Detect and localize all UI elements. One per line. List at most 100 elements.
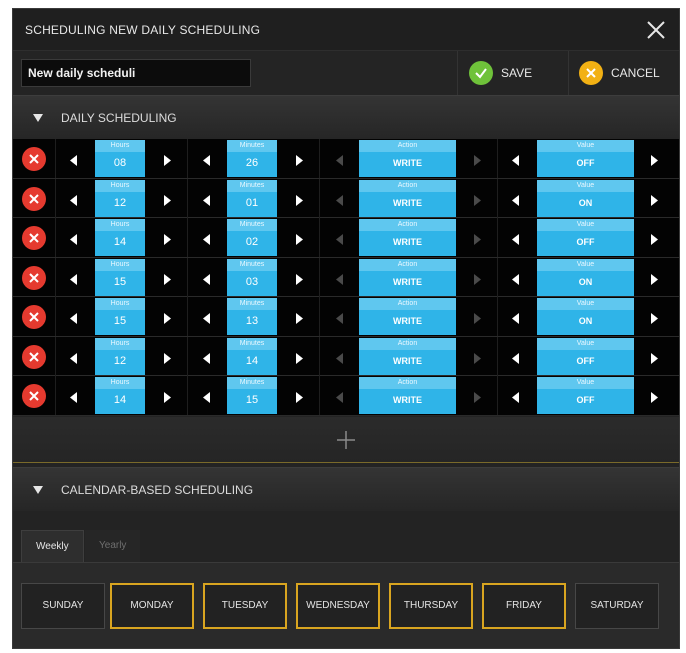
value-value[interactable]: Value ON [537,298,634,335]
action-value[interactable]: Action WRITE [359,219,456,256]
minutes-increment-arrow-icon[interactable] [295,153,303,166]
action-value[interactable]: Action WRITE [359,337,456,375]
hours-increment-arrow-icon[interactable] [163,153,171,166]
hours-value[interactable]: Hours 08 [95,140,145,177]
hours-decrement-arrow-icon[interactable] [70,193,78,206]
action-value[interactable]: Action WRITE [359,179,456,217]
day-button-monday[interactable]: MONDAY [110,583,194,629]
day-button-saturday[interactable]: SATURDAY [575,583,659,629]
minutes-decrement-arrow-icon[interactable] [203,153,211,166]
value-value[interactable]: Value ON [537,258,634,296]
value-decrement-arrow-icon[interactable] [512,390,520,403]
value-increment-arrow-icon[interactable] [650,311,658,324]
day-button-wednesday[interactable]: WEDNESDAY [296,583,380,629]
minutes-value[interactable]: Minutes 14 [227,337,277,375]
minutes-decrement-arrow-icon[interactable] [203,390,211,403]
hours-value[interactable]: Hours 15 [95,258,145,296]
hours-increment-arrow-icon[interactable] [163,311,171,324]
minutes-increment-arrow-icon[interactable] [295,390,303,403]
minutes-value[interactable]: Minutes 01 [227,179,277,217]
day-button-friday[interactable]: FRIDAY [482,583,566,629]
hours-decrement-arrow-icon[interactable] [70,311,78,324]
minutes-increment-arrow-icon[interactable] [295,193,303,206]
minutes-value[interactable]: Minutes 15 [227,377,277,414]
minutes-caption: Minutes [227,258,277,271]
minutes-increment-arrow-icon[interactable] [295,351,303,364]
value-increment-arrow-icon[interactable] [650,390,658,403]
value-decrement-arrow-icon[interactable] [512,193,520,206]
hours-value[interactable]: Hours 14 [95,219,145,256]
minutes-increment-arrow-icon[interactable] [295,232,303,245]
value-value[interactable]: Value OFF [537,219,634,256]
value-decrement-arrow-icon[interactable] [512,311,520,324]
hours-value[interactable]: Hours 15 [95,298,145,335]
delete-row-button[interactable] [22,384,46,408]
action-value[interactable]: Action WRITE [359,140,456,177]
value-value[interactable]: Value OFF [537,377,634,414]
minutes-value[interactable]: Minutes 13 [227,298,277,335]
value-increment-arrow-icon[interactable] [650,232,658,245]
delete-row-button[interactable] [22,147,46,171]
minutes-value[interactable]: Minutes 03 [227,258,277,296]
hours-decrement-arrow-icon[interactable] [70,390,78,403]
hours-decrement-arrow-icon[interactable] [70,272,78,285]
save-button[interactable]: SAVE [469,51,532,95]
minutes-increment-arrow-icon[interactable] [295,311,303,324]
tab-weekly[interactable]: Weekly [21,530,84,562]
value-increment-arrow-icon[interactable] [650,153,658,166]
hours-decrement-arrow-icon[interactable] [70,232,78,245]
day-button-thursday[interactable]: THURSDAY [389,583,473,629]
value-value[interactable]: Value OFF [537,140,634,177]
schedule-name-input[interactable] [21,59,251,87]
action-text: WRITE [393,355,422,366]
add-row-plus-icon[interactable] [336,430,356,450]
action-value[interactable]: Action WRITE [359,377,456,414]
tab-yearly[interactable]: Yearly [85,530,141,562]
hours-increment-arrow-icon[interactable] [163,272,171,285]
delete-row-button[interactable] [22,186,46,211]
delete-row-button[interactable] [22,226,46,250]
hours-caption: Hours [95,337,145,350]
action-increment-arrow-icon [473,153,481,166]
value-decrement-arrow-icon[interactable] [512,153,520,166]
collapse-triangle-icon[interactable] [33,485,43,495]
hours-increment-arrow-icon[interactable] [163,390,171,403]
minutes-value[interactable]: Minutes 02 [227,219,277,256]
value-value[interactable]: Value OFF [537,337,634,375]
hours-value[interactable]: Hours 14 [95,377,145,414]
hours-value[interactable]: Hours 12 [95,337,145,375]
hours-caption: Hours [95,258,145,271]
minutes-value[interactable]: Minutes 26 [227,140,277,177]
value-text: OFF [576,158,595,168]
minutes-decrement-arrow-icon[interactable] [203,193,211,206]
value-decrement-arrow-icon[interactable] [512,232,520,245]
hours-decrement-arrow-icon[interactable] [70,153,78,166]
minutes-decrement-arrow-icon[interactable] [203,232,211,245]
minutes-increment-arrow-icon[interactable] [295,272,303,285]
delete-row-button[interactable] [22,344,46,369]
close-button[interactable] [645,19,667,41]
value-increment-arrow-icon[interactable] [650,272,658,285]
hours-text: 14 [113,394,127,406]
value-increment-arrow-icon[interactable] [650,351,658,364]
hours-value[interactable]: Hours 12 [95,179,145,217]
minutes-decrement-arrow-icon[interactable] [203,351,211,364]
value-value[interactable]: Value ON [537,179,634,217]
value-decrement-arrow-icon[interactable] [512,272,520,285]
cancel-button[interactable]: CANCEL [579,51,660,95]
action-value[interactable]: Action WRITE [359,258,456,296]
day-button-sunday[interactable]: SUNDAY [21,583,105,629]
delete-row-button[interactable] [22,305,46,329]
hours-increment-arrow-icon[interactable] [163,351,171,364]
hours-decrement-arrow-icon[interactable] [70,351,78,364]
hours-increment-arrow-icon[interactable] [163,193,171,206]
hours-increment-arrow-icon[interactable] [163,232,171,245]
collapse-triangle-icon[interactable] [33,113,43,123]
delete-row-button[interactable] [22,265,46,290]
minutes-decrement-arrow-icon[interactable] [203,272,211,285]
value-increment-arrow-icon[interactable] [650,193,658,206]
value-decrement-arrow-icon[interactable] [512,351,520,364]
day-button-tuesday[interactable]: TUESDAY [203,583,287,629]
action-value[interactable]: Action WRITE [359,298,456,335]
minutes-decrement-arrow-icon[interactable] [203,311,211,324]
